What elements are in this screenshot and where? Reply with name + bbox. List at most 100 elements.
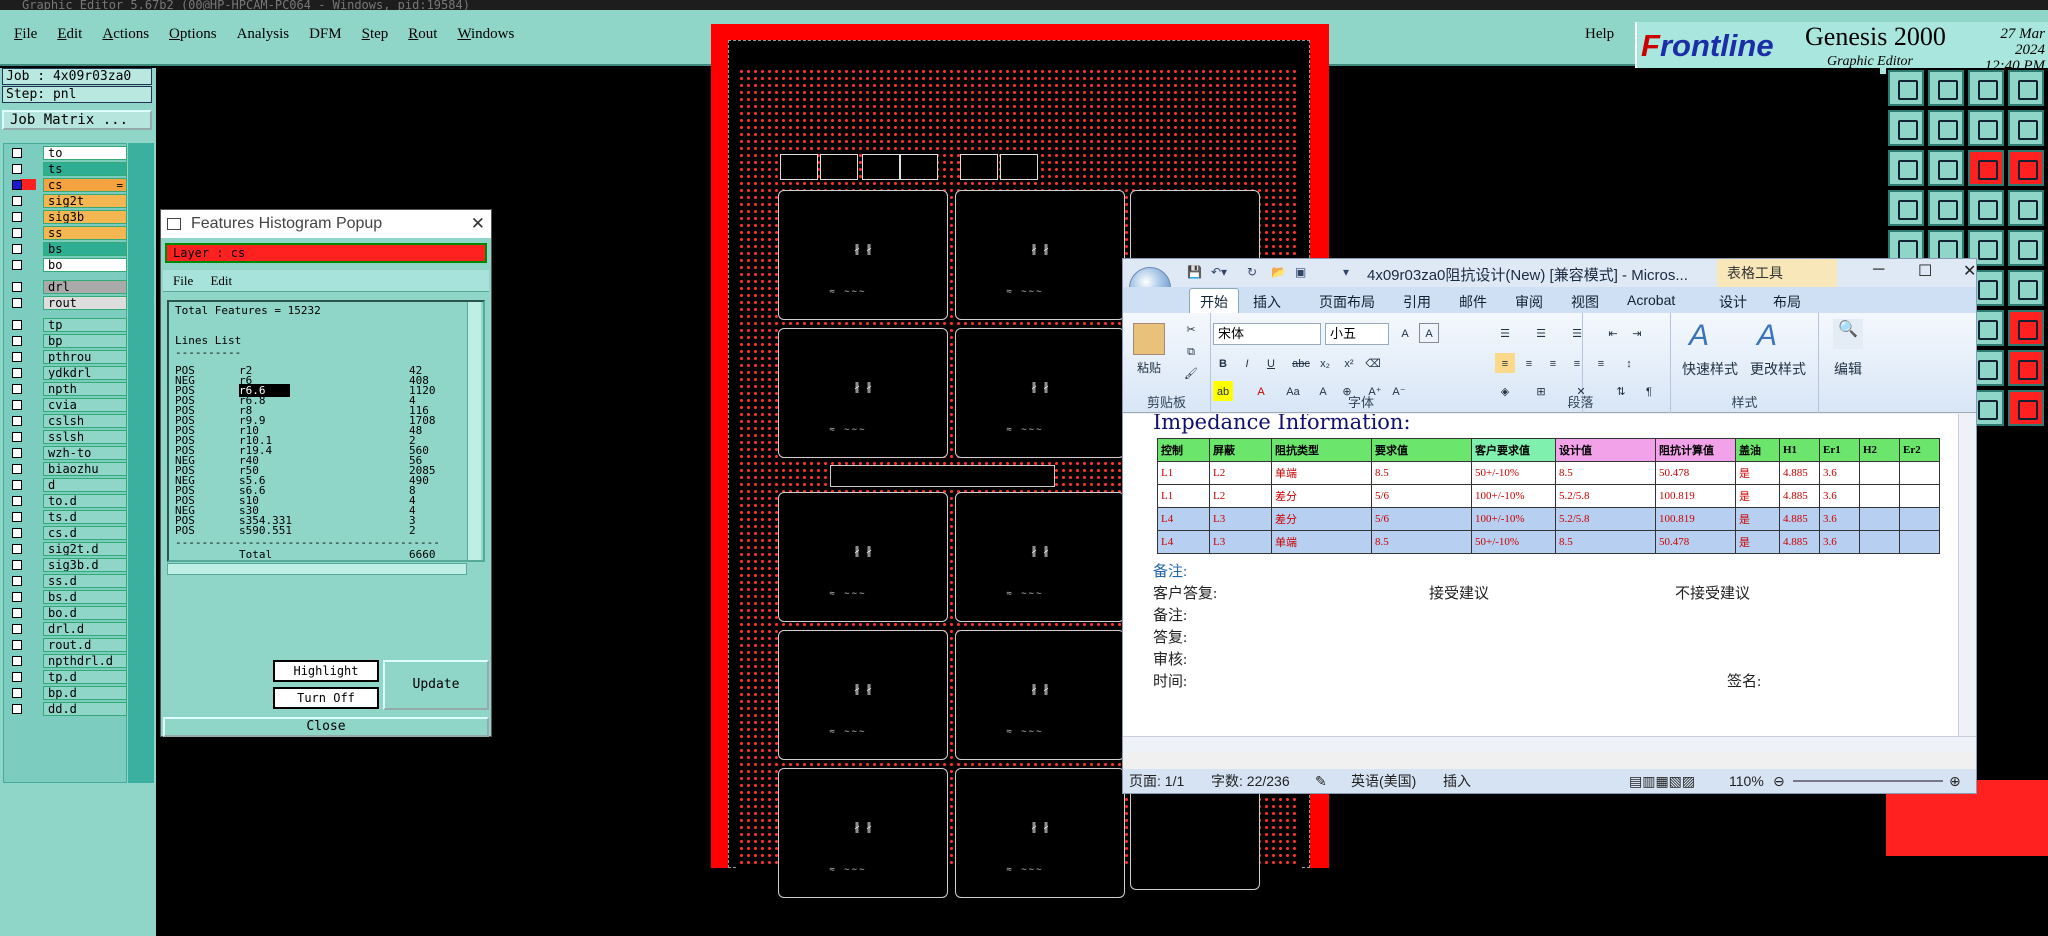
layer-checkbox[interactable] bbox=[12, 640, 22, 650]
layer-checkbox[interactable] bbox=[12, 432, 22, 442]
minimize-icon[interactable]: ─ bbox=[1873, 261, 1884, 279]
layer-checkbox[interactable] bbox=[12, 196, 22, 206]
distribute-icon[interactable]: ≡ bbox=[1591, 353, 1611, 373]
table-cell[interactable]: 100+/-10% bbox=[1471, 507, 1556, 531]
change-case-icon[interactable]: A bbox=[1419, 323, 1439, 343]
tab-4[interactable]: 邮件 bbox=[1459, 292, 1487, 312]
layer-checkbox[interactable] bbox=[12, 656, 22, 666]
table-cell[interactable]: L4 bbox=[1157, 507, 1210, 531]
layer-row-pthrou[interactable]: pthrou bbox=[6, 350, 128, 364]
layer-checkbox[interactable] bbox=[12, 512, 22, 522]
tool-button-icon[interactable] bbox=[1968, 150, 2004, 186]
tool-button-icon[interactable] bbox=[2008, 270, 2044, 306]
layer-name[interactable]: to bbox=[43, 146, 127, 160]
menu-edit[interactable]: Edit bbox=[57, 26, 82, 43]
layer-row-npth[interactable]: npth bbox=[6, 382, 128, 396]
layer-checkbox[interactable] bbox=[12, 228, 22, 238]
table-cell[interactable] bbox=[1899, 461, 1940, 485]
table-cell[interactable]: 8.5 bbox=[1371, 461, 1472, 485]
font-name-select[interactable]: 宋体 bbox=[1213, 323, 1321, 345]
layer-checkbox[interactable] bbox=[12, 416, 22, 426]
layer-name[interactable]: to.d bbox=[43, 494, 127, 508]
tool-button-icon[interactable] bbox=[1968, 70, 2004, 106]
layer-name[interactable]: sig3b bbox=[43, 210, 127, 224]
layer-row-ss.d[interactable]: ss.d bbox=[6, 574, 128, 588]
layer-checkbox[interactable] bbox=[12, 544, 22, 554]
table-cell[interactable]: L3 bbox=[1209, 530, 1272, 554]
tab-9[interactable]: 布局 bbox=[1773, 292, 1801, 312]
insert-mode[interactable]: 插入 bbox=[1443, 769, 1471, 793]
tab-3[interactable]: 引用 bbox=[1403, 292, 1431, 312]
layer-name[interactable]: cvia bbox=[43, 398, 127, 412]
layer-checkbox[interactable] bbox=[12, 672, 22, 682]
menu-step[interactable]: Step bbox=[362, 26, 389, 43]
layer-name[interactable]: ss.d bbox=[43, 574, 127, 588]
layer-row-rout.d[interactable]: rout.d bbox=[6, 638, 128, 652]
increase-indent-icon[interactable]: ⇥ bbox=[1627, 323, 1647, 343]
table-cell[interactable]: 50+/-10% bbox=[1471, 530, 1556, 554]
layer-checkbox[interactable] bbox=[12, 320, 22, 330]
layer-checkbox[interactable] bbox=[12, 496, 22, 506]
layer-name[interactable]: rout bbox=[43, 296, 127, 310]
table-cell[interactable]: 是 bbox=[1735, 461, 1780, 485]
layer-row-sig2t[interactable]: sig2t bbox=[6, 194, 128, 208]
tool-button-icon[interactable] bbox=[2008, 190, 2044, 226]
cut-icon[interactable]: ✂ bbox=[1181, 319, 1201, 339]
layer-checkbox[interactable] bbox=[12, 352, 22, 362]
zoom-level[interactable]: 110% bbox=[1729, 769, 1764, 793]
layer-name[interactable]: rout.d bbox=[43, 638, 127, 652]
layer-checkbox[interactable] bbox=[12, 448, 22, 458]
find-icon[interactable]: 🔍 bbox=[1833, 319, 1863, 349]
table-cell[interactable]: L2 bbox=[1209, 484, 1272, 508]
menu-windows[interactable]: Windows bbox=[457, 26, 514, 43]
job-matrix-button[interactable]: Job Matrix ... bbox=[2, 110, 152, 130]
table-cell[interactable]: 4.885 bbox=[1779, 484, 1820, 508]
menu-rout[interactable]: Rout bbox=[408, 26, 437, 43]
layer-name[interactable]: bo.d bbox=[43, 606, 127, 620]
turn-off-button[interactable]: Turn Off bbox=[273, 687, 379, 709]
table-cell[interactable] bbox=[1859, 461, 1900, 485]
save-icon[interactable]: 💾 bbox=[1187, 265, 1202, 279]
table-cell[interactable] bbox=[1899, 484, 1940, 508]
layer-name[interactable]: pthrou bbox=[43, 350, 127, 364]
superscript-icon[interactable]: x² bbox=[1339, 353, 1359, 373]
table-row[interactable]: L1 L2 单端 8.5 50+/-10% 8.5 50.478 是 4.885 3.6 bbox=[1157, 461, 1940, 485]
layer-row-tp[interactable]: tp bbox=[6, 318, 128, 332]
layer-row-ts[interactable]: ts bbox=[6, 162, 128, 176]
layer-row-to.d[interactable]: to.d bbox=[6, 494, 128, 508]
maximize-icon[interactable]: ☐ bbox=[1918, 261, 1932, 281]
table-cell[interactable] bbox=[1859, 530, 1900, 554]
bullets-icon[interactable]: ☰ bbox=[1495, 323, 1515, 343]
align-center-icon[interactable]: ≡ bbox=[1519, 353, 1539, 373]
table-cell[interactable]: L3 bbox=[1209, 507, 1272, 531]
layer-row-bo.d[interactable]: bo.d bbox=[6, 606, 128, 620]
layer-row-npthdrl.d[interactable]: npthdrl.d bbox=[6, 654, 128, 668]
tool-button-icon[interactable] bbox=[1888, 150, 1924, 186]
document-area[interactable]: Impedance Information: 控制 屏蔽 阻抗类型 要求值 客户要求值设… bbox=[1123, 414, 1976, 736]
layer-row-cvia[interactable]: cvia bbox=[6, 398, 128, 412]
italic-icon[interactable]: I bbox=[1237, 353, 1257, 373]
layer-checkbox[interactable] bbox=[12, 592, 22, 602]
table-row[interactable]: L1 L2 差分 5/6 100+/-10% 5.2/5.8 100.819 是 4.885 3.… bbox=[1157, 484, 1940, 508]
layer-name[interactable]: dd.d bbox=[43, 702, 127, 716]
layer-name[interactable]: tp.d bbox=[43, 670, 127, 684]
layer-checkbox[interactable] bbox=[12, 180, 22, 190]
menu-file[interactable]: File bbox=[14, 26, 37, 43]
tool-button-icon[interactable] bbox=[1888, 70, 1924, 106]
tool-button-icon[interactable] bbox=[1968, 110, 2004, 146]
layer-row-wzh-to[interactable]: wzh-to bbox=[6, 446, 128, 460]
table-cell[interactable]: 是 bbox=[1735, 530, 1780, 554]
menu-dfm[interactable]: DFM bbox=[309, 26, 342, 43]
layer-name[interactable]: ydkdrl bbox=[43, 366, 127, 380]
tool-button-icon[interactable] bbox=[1928, 190, 1964, 226]
tool-button-icon[interactable] bbox=[1928, 70, 1964, 106]
layer-checkbox[interactable] bbox=[12, 624, 22, 634]
tool-button-icon[interactable] bbox=[2008, 150, 2044, 186]
layer-row-sig3b[interactable]: sig3b bbox=[6, 210, 128, 224]
table-cell[interactable]: L1 bbox=[1157, 484, 1210, 508]
layer-row-bs[interactable]: bs bbox=[6, 242, 128, 256]
strikethrough-icon[interactable]: abc bbox=[1291, 353, 1311, 373]
layer-row-sslsh[interactable]: sslsh bbox=[6, 430, 128, 444]
table-cell[interactable]: 100+/-10% bbox=[1471, 484, 1556, 508]
layer-list-scrollbar[interactable] bbox=[128, 143, 154, 783]
